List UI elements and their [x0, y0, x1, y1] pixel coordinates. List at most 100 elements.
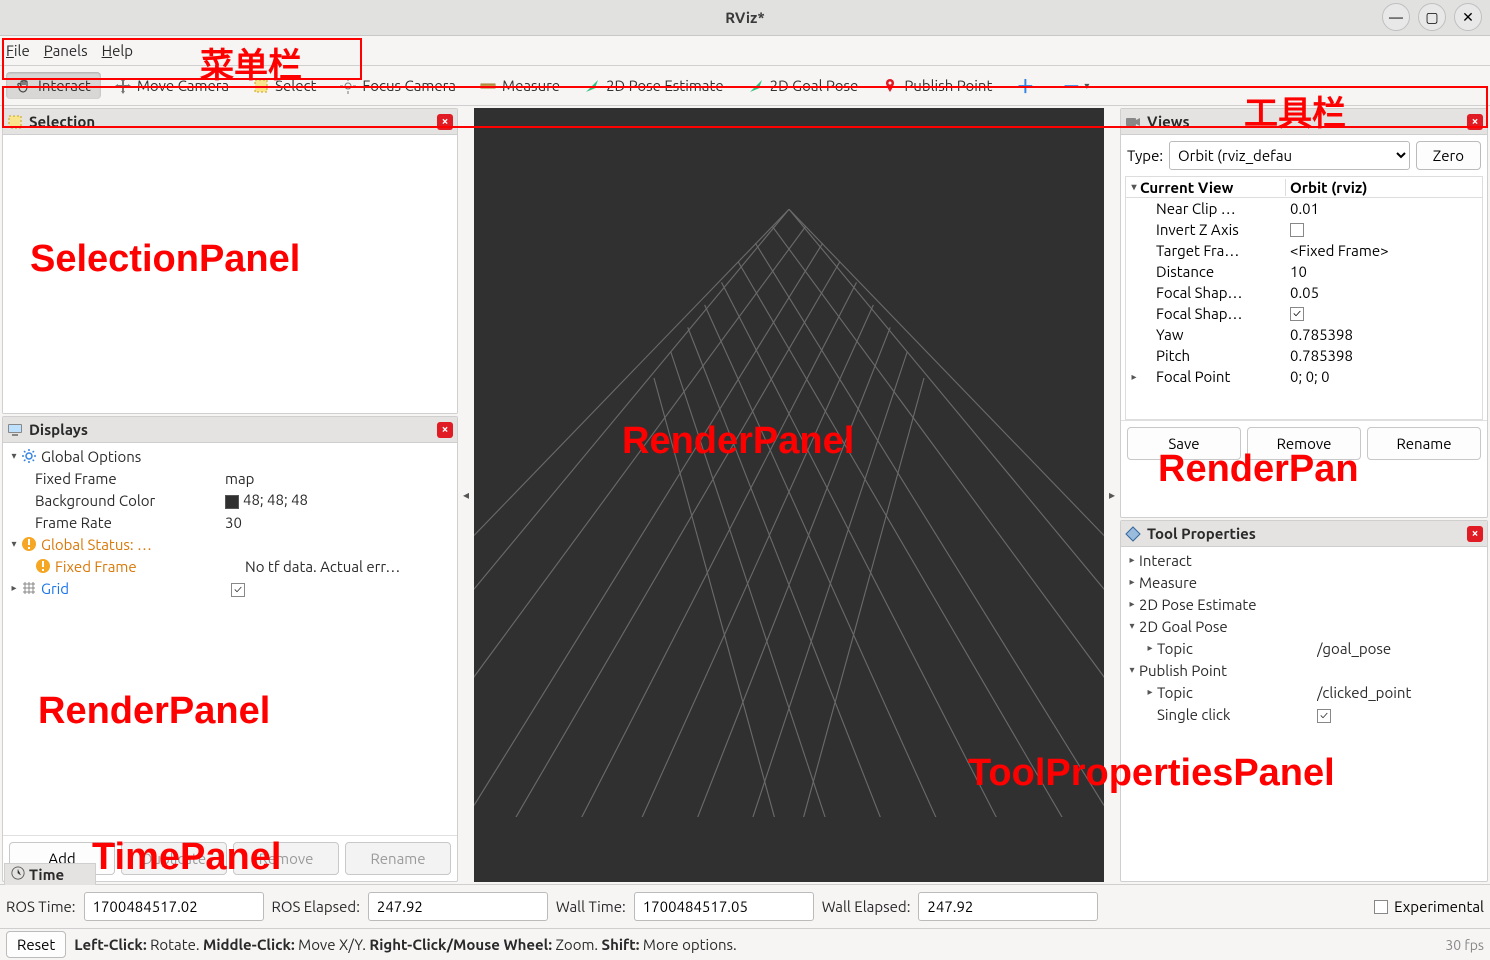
left-splitter[interactable]: ◂ [460, 106, 472, 884]
views-header-key: Current View [1140, 179, 1233, 196]
tool-measure[interactable]: Measure [470, 72, 570, 99]
expand-icon[interactable]: ▾ [1125, 664, 1139, 676]
tool-pose-estimate[interactable]: 2D Pose Estimate [574, 72, 734, 99]
wall-time-input[interactable] [634, 892, 814, 921]
ros-elapsed-input[interactable] [368, 892, 548, 921]
views-save-button[interactable]: Save [1127, 427, 1241, 460]
reset-button[interactable]: Reset [6, 931, 66, 958]
right-splitter[interactable]: ▸ [1106, 106, 1118, 884]
menu-file[interactable]: File [6, 42, 30, 59]
view-prop-value[interactable]: <Fixed Frame> [1286, 242, 1482, 259]
displays-panel-close[interactable]: × [437, 422, 453, 438]
wall-elapsed-input[interactable] [918, 892, 1098, 921]
window-title: RViz* [725, 9, 765, 26]
expand-icon[interactable]: ▸ [1143, 686, 1157, 698]
window-close-button[interactable]: ✕ [1454, 3, 1482, 31]
tool-prop-value[interactable]: ✓ [1317, 705, 1483, 723]
grid-display-label[interactable]: Grid [41, 580, 231, 597]
views-remove-button[interactable]: Remove [1247, 427, 1361, 460]
view-prop-key: Distance [1140, 263, 1214, 280]
tool-properties-close[interactable]: × [1467, 526, 1483, 542]
title-bar: RViz* — ▢ ✕ [0, 0, 1490, 36]
grid-display-enabled[interactable]: ✓ [231, 579, 453, 597]
view-prop-key: Target Fra… [1140, 242, 1239, 259]
menu-bar: File Panels Help [0, 36, 1490, 66]
view-prop-value[interactable]: 0.05 [1286, 284, 1482, 301]
view-prop-value[interactable]: 0; 0; 0 [1286, 368, 1482, 385]
displays-panel-title: Displays [29, 421, 88, 438]
tool-prop-key: Interact [1139, 552, 1299, 569]
views-panel-close[interactable]: × [1467, 114, 1483, 130]
tool-measure-label: Measure [502, 77, 560, 94]
toolbar-remove-button[interactable]: － [1062, 73, 1080, 99]
views-zero-button[interactable]: Zero [1416, 141, 1481, 170]
menu-help[interactable]: Help [102, 42, 133, 59]
select-icon [253, 78, 269, 94]
grid-icon [21, 580, 37, 596]
expand-icon[interactable]: ▾ [1125, 620, 1139, 632]
fixed-frame-label: Fixed Frame [35, 470, 225, 487]
fps-label: 30 fps [1445, 937, 1484, 953]
view-prop-key: Focal Shap… [1140, 284, 1242, 301]
tool-move-camera[interactable]: Move Camera [105, 72, 239, 99]
tool-properties-tree[interactable]: ▸Interact▸Measure▸2D Pose Estimate▾2D Go… [1121, 547, 1487, 881]
checkbox-icon: ✓ [1317, 709, 1331, 723]
displays-tree[interactable]: ▾Global Options Fixed Framemap Backgroun… [3, 443, 457, 835]
toolbar-add-button[interactable]: ＋ [1016, 73, 1034, 99]
bg-color-label: Background Color [35, 492, 225, 509]
toolbar-remove-dropdown[interactable]: ▾ [1084, 80, 1089, 92]
view-prop-key: Near Clip … [1140, 200, 1236, 217]
tool-prop-value[interactable]: /goal_pose [1317, 640, 1483, 657]
views-type-select[interactable]: Orbit (rviz_defau [1169, 141, 1410, 170]
tool-interact-label: Interact [38, 77, 91, 94]
ros-time-label: ROS Time: [6, 898, 76, 915]
pin-icon [882, 78, 898, 94]
view-prop-key: Focal Point [1140, 368, 1230, 385]
tool-properties-title: Tool Properties [1147, 525, 1256, 542]
expand-icon[interactable]: ▸ [1128, 371, 1140, 383]
view-prop-key: Yaw [1140, 326, 1184, 343]
tool-prop-key: Topic [1157, 640, 1317, 657]
views-panel: Views × Type: Orbit (rviz_defau Zero ▾Cu… [1120, 108, 1488, 518]
selection-panel-close[interactable]: × [437, 114, 453, 130]
views-tree[interactable]: ▾Current View Orbit (rviz) Near Clip …0.… [1125, 176, 1483, 420]
expand-icon[interactable]: ▾ [1128, 181, 1140, 193]
views-rename-button[interactable]: Rename [1367, 427, 1481, 460]
ros-elapsed-label: ROS Elapsed: [272, 898, 360, 915]
tool-interact[interactable]: Interact [6, 72, 101, 99]
experimental-checkbox[interactable]: Experimental [1374, 898, 1484, 915]
view-prop-value[interactable]: ✓ [1286, 307, 1482, 321]
fixed-frame-value[interactable]: map [225, 470, 453, 487]
render-panel[interactable] [474, 108, 1104, 882]
warning-icon [21, 536, 37, 552]
expand-icon[interactable]: ▸ [1125, 598, 1139, 610]
wall-elapsed-label: Wall Elapsed: [822, 898, 911, 915]
view-prop-value[interactable]: 0.01 [1286, 200, 1482, 217]
tool-goal-pose[interactable]: 2D Goal Pose [738, 72, 869, 99]
frame-rate-value[interactable]: 30 [225, 514, 453, 531]
view-prop-value[interactable]: 10 [1286, 263, 1482, 280]
window-minimize-button[interactable]: — [1382, 3, 1410, 31]
tool-select[interactable]: Select [243, 72, 326, 99]
tool-prop-value[interactable]: /clicked_point [1317, 684, 1483, 701]
expand-icon[interactable]: ▸ [1143, 642, 1157, 654]
checkbox-icon: ✓ [1290, 307, 1304, 321]
window-maximize-button[interactable]: ▢ [1418, 3, 1446, 31]
experimental-label: Experimental [1394, 898, 1484, 915]
view-prop-value[interactable]: 0.785398 [1286, 326, 1482, 343]
tool-publish-point[interactable]: Publish Point [872, 72, 1002, 99]
tool-focus-camera[interactable]: Focus Camera [330, 72, 466, 99]
tool-goal-pose-label: 2D Goal Pose [770, 77, 859, 94]
expand-icon[interactable]: ▾ [7, 538, 21, 550]
expand-icon[interactable]: ▸ [1125, 554, 1139, 566]
expand-icon[interactable]: ▸ [1125, 576, 1139, 588]
camera-icon [1125, 114, 1141, 130]
bg-color-value[interactable]: 48; 48; 48 [225, 491, 453, 508]
view-prop-value[interactable] [1286, 223, 1482, 237]
expand-icon[interactable]: ▸ [7, 582, 21, 594]
ros-time-input[interactable] [84, 892, 264, 921]
views-type-label: Type: [1127, 147, 1163, 164]
view-prop-value[interactable]: 0.785398 [1286, 347, 1482, 364]
expand-icon[interactable]: ▾ [7, 450, 21, 462]
menu-panels[interactable]: Panels [44, 42, 88, 59]
